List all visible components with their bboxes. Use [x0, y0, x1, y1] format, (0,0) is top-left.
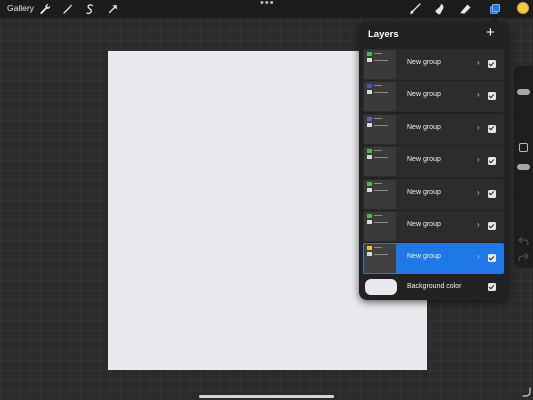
layer-row[interactable]: New group › [363, 81, 504, 113]
brush-icon[interactable] [409, 3, 421, 15]
layer-row[interactable]: New group › [363, 146, 504, 178]
layer-name[interactable]: New group [407, 124, 441, 131]
gallery-button[interactable]: Gallery [7, 3, 34, 13]
visibility-checkbox[interactable] [488, 283, 496, 291]
transform-arrow-icon[interactable] [107, 3, 119, 15]
visibility-checkbox[interactable] [488, 189, 496, 198]
eraser-icon[interactable] [460, 3, 472, 15]
selection-icon[interactable] [84, 3, 96, 15]
thumbnail-white-swatch [367, 252, 372, 257]
redo-icon[interactable] [518, 252, 529, 261]
visibility-checkbox[interactable] [488, 254, 496, 263]
side-toolbar [514, 66, 533, 268]
chevron-right-icon[interactable]: › [477, 155, 480, 164]
color-picker-button[interactable] [517, 2, 529, 14]
layer-name[interactable]: New group [407, 253, 441, 260]
layer-row[interactable]: New group › [363, 113, 504, 145]
thumbnail-color-swatch [367, 52, 372, 56]
wrench-icon[interactable] [39, 3, 51, 15]
thumbnail-white-swatch [367, 187, 372, 192]
home-indicator [199, 395, 334, 398]
thumbnail-line [374, 189, 388, 191]
visibility-checkbox[interactable] [488, 60, 496, 68]
smudge-icon[interactable] [434, 3, 446, 15]
thumbnail-line [374, 117, 382, 119]
thumbnail-line [374, 92, 388, 94]
chevron-right-icon[interactable]: › [477, 188, 480, 197]
layers-icon[interactable] [489, 3, 501, 15]
chevron-right-icon[interactable]: › [477, 220, 480, 229]
thumbnail-line [374, 85, 382, 87]
layer-name[interactable]: New group [407, 221, 441, 228]
layer-row[interactable]: New group › [363, 49, 504, 80]
chevron-right-icon[interactable]: › [477, 123, 480, 132]
layers-list: New group › New group › New group › New group ›… [363, 49, 504, 276]
add-layer-button[interactable]: + [486, 25, 495, 41]
thumbnail-white-swatch [367, 58, 372, 62]
thumbnail-line [374, 150, 382, 152]
thumbnail-color-swatch [367, 84, 372, 89]
thumbnail-color-swatch [367, 181, 372, 186]
thumbnail-line [374, 53, 382, 54]
thumbnail-line [374, 254, 388, 256]
chevron-right-icon[interactable]: › [477, 90, 480, 99]
more-options-dots[interactable]: ••• [260, 0, 275, 9]
chevron-right-icon[interactable]: › [477, 58, 480, 67]
modify-button[interactable] [519, 143, 528, 152]
background-color-swatch[interactable] [365, 279, 397, 295]
layer-thumbnail [364, 114, 396, 144]
thumbnail-white-swatch [367, 155, 372, 160]
thumbnail-line [374, 247, 382, 249]
undo-icon[interactable] [518, 236, 529, 245]
layers-title: Layers [368, 29, 399, 40]
layer-thumbnail [364, 244, 396, 274]
visibility-checkbox[interactable] [488, 157, 496, 166]
layer-name[interactable]: New group [407, 59, 441, 66]
brush-size-slider[interactable] [517, 89, 530, 95]
layer-thumbnail [364, 179, 396, 209]
thumbnail-color-swatch [367, 213, 372, 218]
top-toolbar: Gallery ••• [0, 0, 533, 18]
thumbnail-line [374, 221, 388, 223]
thumbnail-white-swatch [367, 90, 372, 95]
thumbnail-line [374, 214, 382, 216]
thumbnail-white-swatch [367, 219, 372, 224]
visibility-checkbox[interactable] [488, 92, 496, 101]
resize-corner-icon [522, 387, 531, 397]
chevron-right-icon[interactable]: › [477, 252, 480, 261]
layer-name[interactable]: New group [407, 156, 441, 163]
thumbnail-line [374, 124, 388, 126]
thumbnail-color-swatch [367, 116, 372, 121]
layer-thumbnail [364, 82, 396, 112]
opacity-slider[interactable] [517, 164, 530, 170]
thumbnail-color-swatch [367, 149, 372, 154]
thumbnail-line [374, 157, 388, 159]
thumbnail-white-swatch [367, 122, 372, 127]
magic-wand-icon[interactable] [62, 3, 74, 15]
thumbnail-color-swatch [367, 246, 372, 251]
layer-row[interactable]: New group › [363, 178, 504, 210]
layer-name[interactable]: New group [407, 91, 441, 98]
layers-panel: Layers + New group › New group › New group › N… [359, 22, 508, 300]
background-color-row[interactable]: Background color [363, 276, 504, 298]
layer-thumbnail [364, 147, 396, 177]
layer-row[interactable]: New group › [363, 210, 504, 242]
visibility-checkbox[interactable] [488, 124, 496, 133]
layer-thumbnail [364, 50, 396, 79]
background-color-label: Background color [407, 283, 462, 290]
layer-row[interactable]: New group › [363, 243, 504, 275]
thumbnail-line [374, 60, 388, 61]
thumbnail-line [374, 182, 382, 184]
layer-name[interactable]: New group [407, 189, 441, 196]
layer-thumbnail [364, 211, 396, 241]
visibility-checkbox[interactable] [488, 221, 496, 230]
